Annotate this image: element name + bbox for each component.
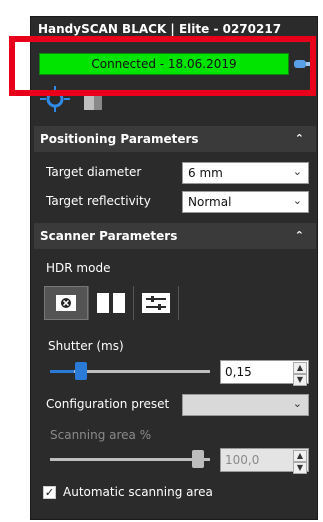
configuration-preset-select[interactable]: ⌄ <box>182 394 309 416</box>
chevron-down-icon: ⌄ <box>292 397 302 410</box>
shutter-label: Shutter (ms) <box>48 339 124 353</box>
scanning-area-slider-thumb[interactable] <box>192 450 204 468</box>
hdr-settings-icon <box>142 293 170 313</box>
scanning-area-stepper[interactable]: ▲ ▼ <box>293 450 307 474</box>
highlight-annotation <box>9 36 316 96</box>
shutter-input[interactable]: 0,15 ▲ ▼ <box>220 360 309 386</box>
automatic-scanning-area-label: Automatic scanning area <box>63 485 213 499</box>
shutter-slider-fill <box>50 370 74 373</box>
positioning-parameters-header[interactable]: Positioning Parameters ⌃ <box>34 126 316 152</box>
divider <box>178 286 179 320</box>
target-reflectivity-select[interactable]: Normal ⌄ <box>182 191 309 213</box>
chevron-up-icon[interactable]: ⌃ <box>295 132 304 145</box>
target-reflectivity-label: Target reflectivity <box>46 194 151 208</box>
scanning-area-value: 100,0 <box>225 453 260 467</box>
window-title: HandySCAN BLACK | Elite - 0270217 <box>38 22 282 36</box>
target-reflectivity-value: Normal <box>188 195 232 209</box>
scanner-parameters-header[interactable]: Scanner Parameters ⌃ <box>34 223 316 249</box>
hdr-mode-group <box>44 286 179 320</box>
chevron-down-icon: ⌄ <box>292 194 302 207</box>
hdr-mode-label: HDR mode <box>46 261 111 275</box>
chevron-down-icon: ⌄ <box>292 165 302 178</box>
hdr-settings-button[interactable] <box>134 286 178 320</box>
scanning-area-label: Scanning area % <box>50 428 152 442</box>
hdr-half-icon <box>97 293 125 313</box>
hdr-half-button[interactable] <box>89 286 133 320</box>
hdr-off-icon <box>56 295 76 311</box>
configuration-preset-label: Configuration preset <box>46 397 170 411</box>
up-arrow-icon[interactable]: ▲ <box>293 362 307 374</box>
down-arrow-icon[interactable]: ▼ <box>293 462 307 474</box>
shutter-stepper[interactable]: ▲ ▼ <box>293 362 307 386</box>
shutter-value: 0,15 <box>225 365 252 379</box>
scanner-parameters-title: Scanner Parameters <box>40 229 178 243</box>
target-diameter-value: 6 mm <box>188 166 223 180</box>
up-arrow-icon[interactable]: ▲ <box>293 450 307 462</box>
hdr-off-button[interactable] <box>44 286 88 320</box>
target-diameter-label: Target diameter <box>46 165 142 179</box>
chevron-up-icon[interactable]: ⌃ <box>295 229 304 242</box>
automatic-scanning-area-checkbox[interactable]: ✓ <box>43 486 56 499</box>
shutter-slider-thumb[interactable] <box>74 362 87 380</box>
target-diameter-select[interactable]: 6 mm ⌄ <box>182 162 309 184</box>
scanning-area-input[interactable]: 100,0 ▲ ▼ <box>220 448 309 474</box>
scanning-area-slider-track[interactable] <box>50 458 210 461</box>
down-arrow-icon[interactable]: ▼ <box>293 374 307 386</box>
positioning-parameters-title: Positioning Parameters <box>40 132 199 146</box>
